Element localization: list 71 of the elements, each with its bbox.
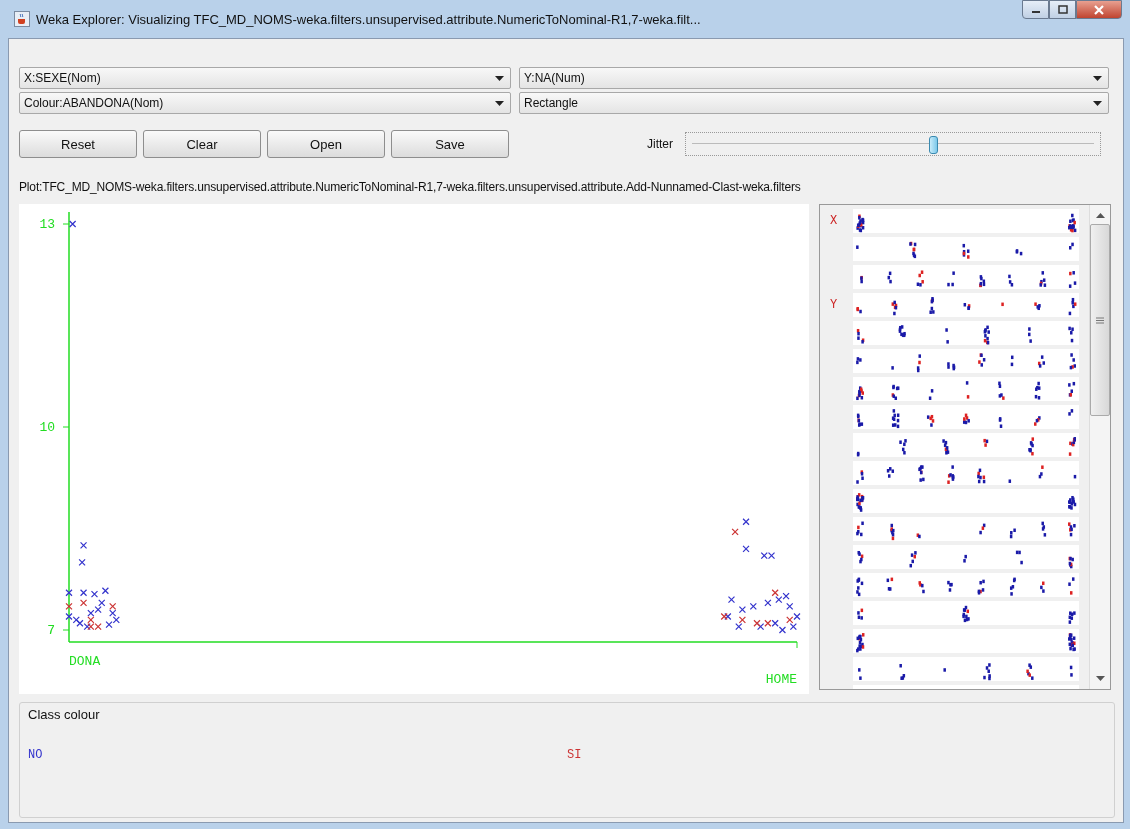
data-point [727,595,736,604]
slider-thumb[interactable] [929,136,939,154]
cup-icon [14,11,30,27]
mini-plot-drawing[interactable] [853,573,1079,597]
class-label: SI [567,748,583,762]
data-point [78,558,86,566]
mini-plot-drawing[interactable] [853,433,1079,457]
data-point [742,518,750,526]
minimize-button[interactable] [1022,0,1049,19]
mini-plot-drawing[interactable] [853,657,1079,681]
data-point [738,606,746,614]
data-point [65,602,73,610]
data-point [65,589,73,597]
scroll-down-icon[interactable] [1095,676,1105,681]
data-point [101,587,109,595]
data-point [742,545,750,553]
window-title: Weka Explorer: Visualizing TFC_MD_NOMS-weka.filters.unsupervised.attribute.NumericToNominal-R1,7-weka.filt... [36,11,702,27]
grip-icon [1096,316,1104,324]
data-point [79,589,88,597]
scrollbar[interactable] [1089,205,1110,689]
panel-title: Class colour [28,707,101,722]
toolbar-button[interactable]: Open [267,130,385,158]
data-point [79,599,88,607]
caret-icon [495,100,504,106]
axis-marker: X [830,214,838,228]
close-button[interactable] [1076,0,1122,19]
data-point [69,220,77,228]
caret-icon [495,75,504,81]
axis-marker: Y [830,298,838,312]
class-label: NO [28,748,44,762]
plot-title: Plot:TFC_MD_NOMS-weka.filters.unsupervised.attribute.NumericToNominal-R1,7-weka.filters.unsupervised.attribute.Add-Nunnamed-Clast-weka.filters [19,180,802,194]
dropdown[interactable]: Y:NA(Num) [519,67,1109,89]
mini-plot-drawing[interactable] [853,349,1079,373]
mini-plot-drawing[interactable] [853,629,1079,653]
close-icon [1093,4,1105,15]
mini-plot-drawing[interactable] [853,321,1079,345]
maximize-button[interactable] [1049,0,1076,19]
dropdown[interactable]: Colour:ABANDONA(Nom) [19,92,511,114]
data-point [767,551,776,560]
data-point [79,541,88,549]
caret-icon [1093,100,1102,106]
toolbar-button[interactable]: Clear [143,130,261,158]
axis-label: 13 [39,217,55,232]
mini-plot-drawing[interactable] [853,265,1079,289]
scroll-up-icon[interactable] [1095,213,1105,218]
data-point [786,602,794,610]
axis-label: HOME [765,672,797,687]
data-point [731,528,739,536]
dropdown[interactable]: X:SEXE(Nom) [19,67,511,89]
dropdown[interactable]: Rectangle [519,92,1109,114]
mini-plot-drawing[interactable] [853,461,1079,485]
jitter-slider[interactable] [685,132,1101,156]
axis-label: DONA [69,654,101,669]
data-point [764,599,772,607]
jitter-label: Jitter [647,137,673,151]
toolbar-button[interactable]: Save [391,130,509,158]
data-point [749,602,757,610]
scroll-thumb[interactable] [1090,224,1110,416]
axis-label: 10 [39,420,55,435]
mini-plot-drawing[interactable] [853,209,1079,233]
axis-label: 7 [47,623,55,638]
caret-icon [1093,75,1102,81]
mini-plot-drawing[interactable] [853,489,1079,513]
mini-plot-drawing[interactable] [853,405,1079,429]
mini-plot-drawing[interactable] [853,517,1079,541]
mini-plot-drawing[interactable] [853,377,1079,401]
mini-plot-drawing[interactable] [853,293,1079,317]
toolbar-button[interactable]: Reset [19,130,137,158]
maximize-icon [1057,5,1068,14]
mini-plot-drawing[interactable] [853,601,1079,625]
mini-plot-drawing[interactable] [853,545,1079,569]
